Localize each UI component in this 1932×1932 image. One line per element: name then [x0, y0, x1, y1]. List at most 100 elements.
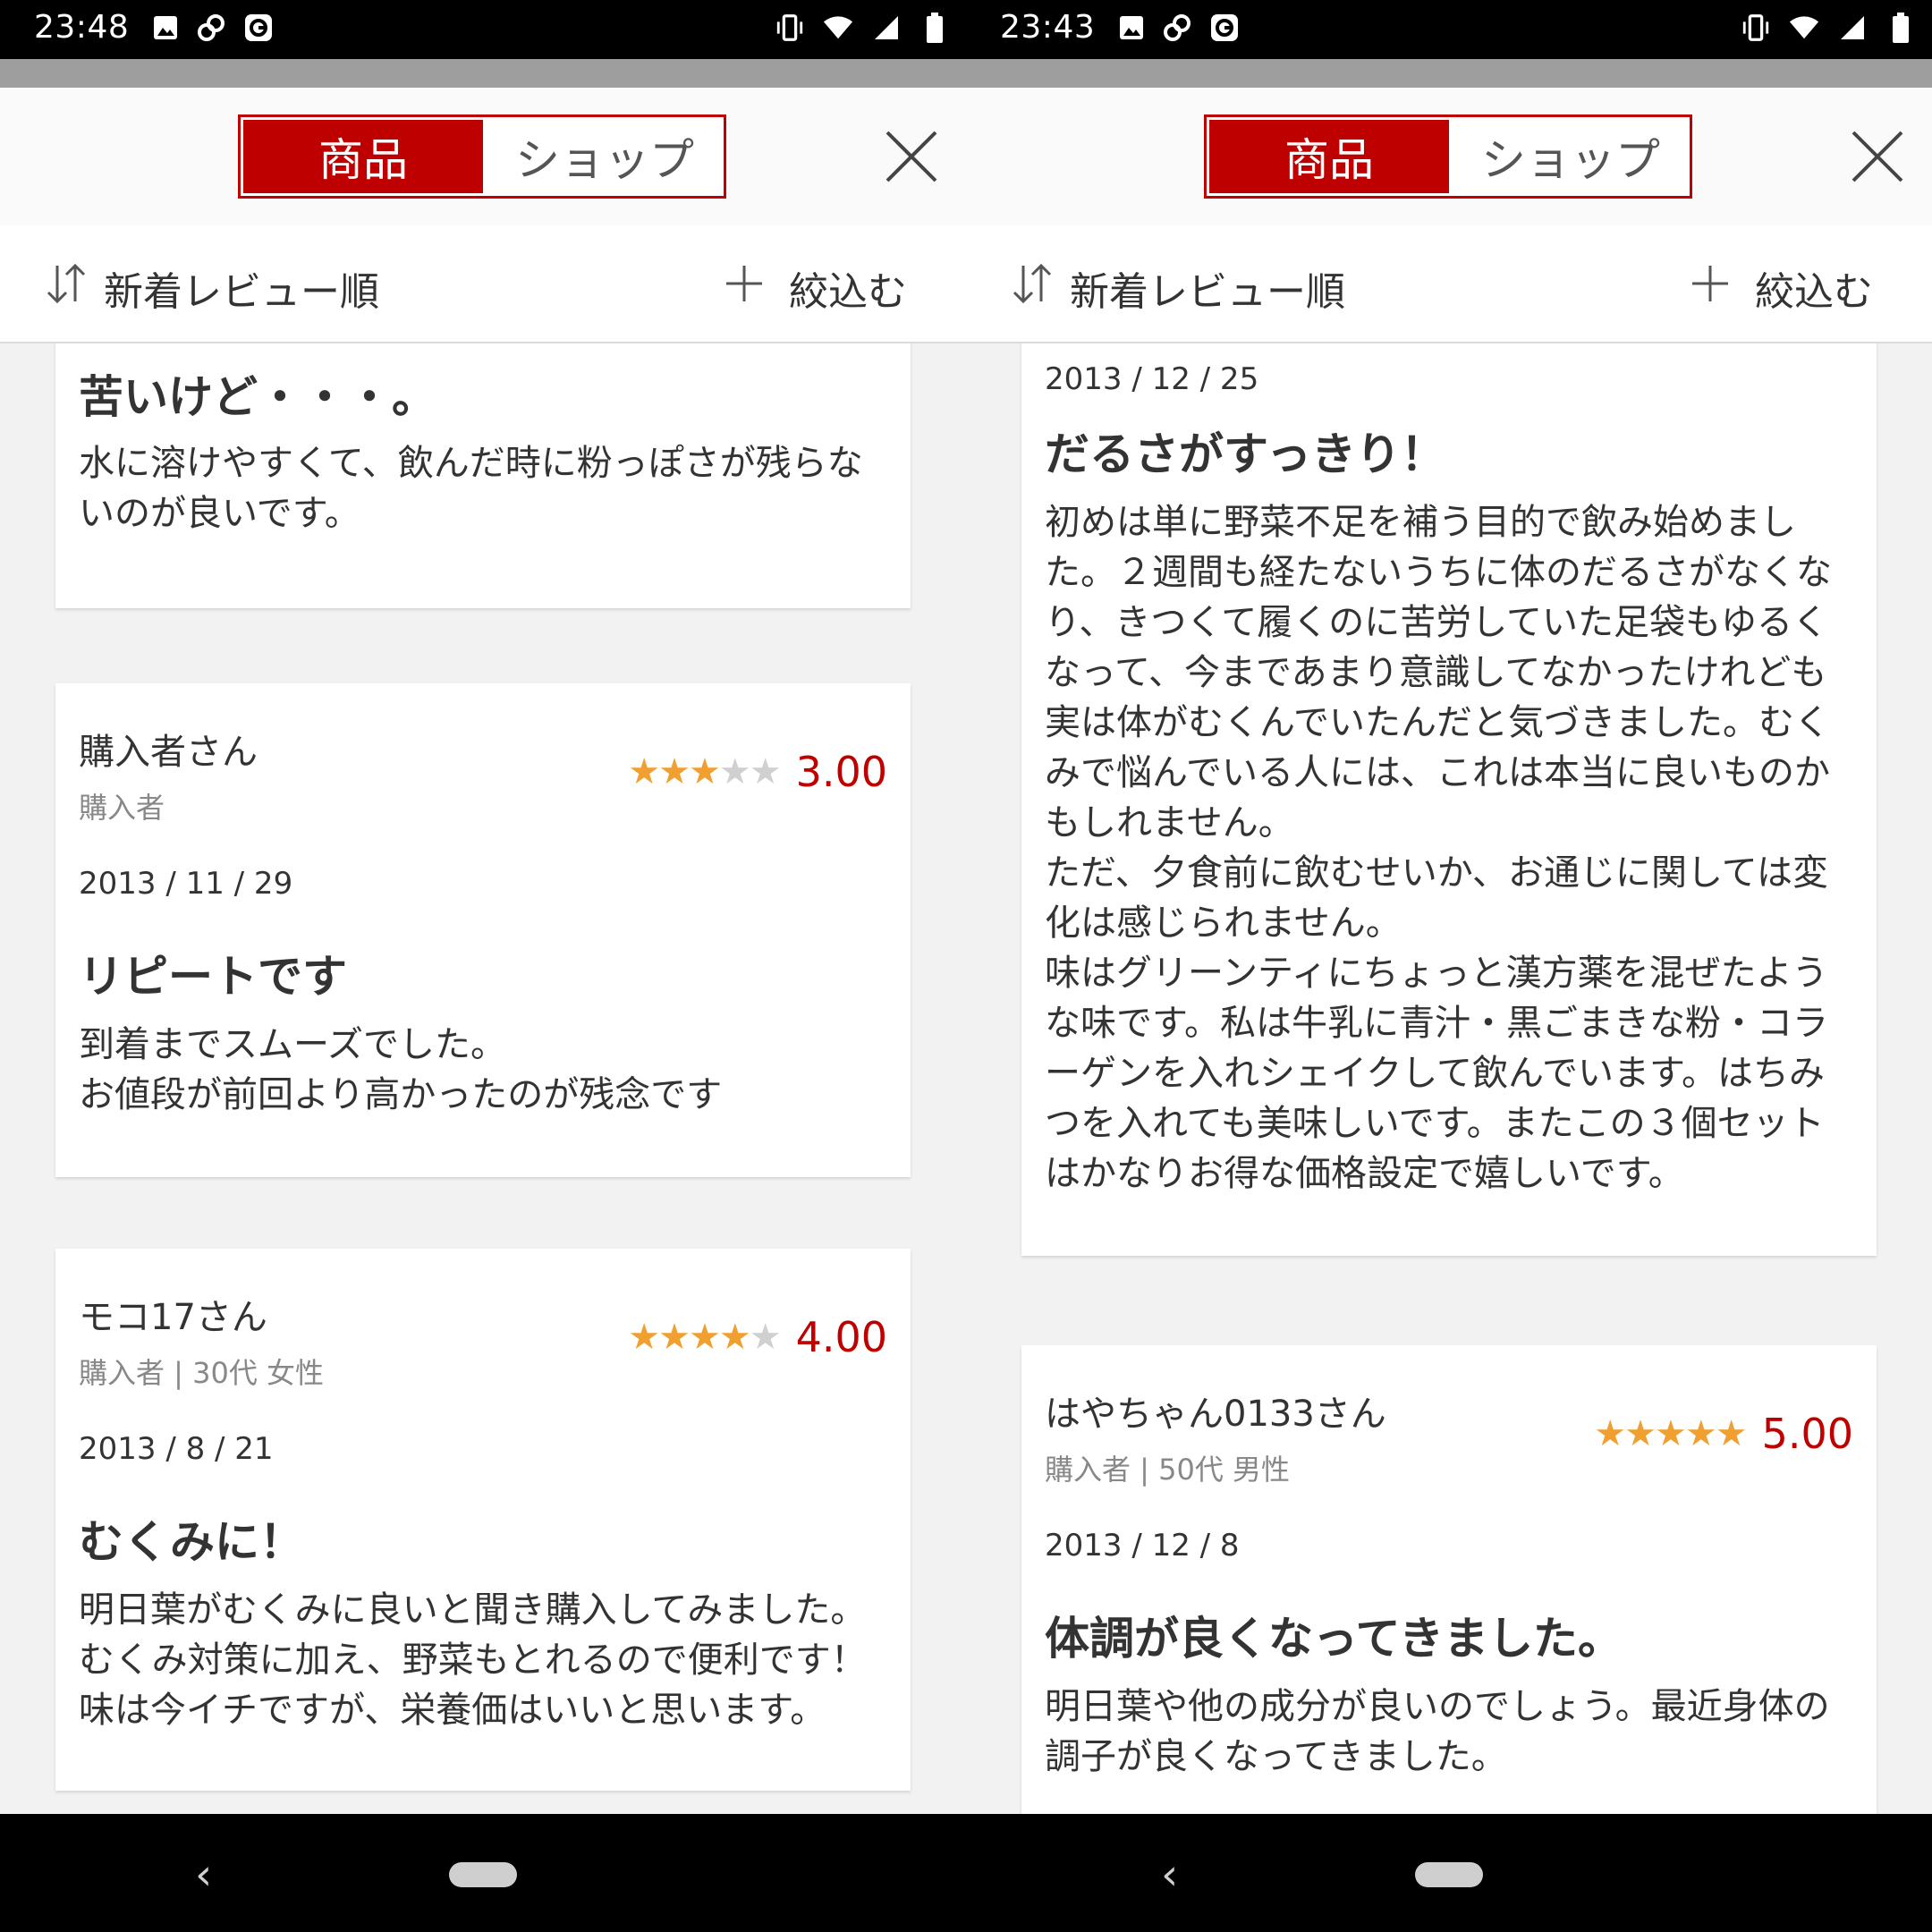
reviewer-name: モコ17さん: [79, 1297, 267, 1338]
review-card: はやちゃん0133さん 購入者 | 50代 男性 ★ ★ ★ ★ ★ 5.00 2013…: [1021, 1345, 1877, 1814]
search-header: 商品 ショップ: [966, 88, 1932, 225]
link-icon: [197, 13, 227, 43]
vibrate-icon: [775, 13, 805, 43]
star-icon: ★: [718, 751, 751, 792]
filter-label: 絞込む: [1755, 269, 1873, 315]
filter-button[interactable]: 絞込む: [1690, 259, 1873, 317]
star-rating: ★ ★ ★ ★ ★: [628, 1317, 782, 1358]
tab-shop[interactable]: ショップ: [1452, 117, 1690, 196]
segment-control: 商品 ショップ: [1204, 114, 1692, 199]
sort-button[interactable]: 新着レビュー順: [1011, 259, 1345, 317]
plus-icon: [1690, 264, 1730, 313]
status-bar: 23:43: [966, 0, 1932, 59]
filter-button[interactable]: 絞込む: [724, 259, 907, 317]
reviewer-meta: 購入者: [79, 791, 165, 825]
image-icon: [150, 13, 181, 43]
review-list[interactable]: 2013 / 12 / 25 だるさがすっきり！ 初めは単に野菜不足を補う目的で…: [966, 343, 1932, 1814]
review-title: リピートです: [79, 951, 347, 1003]
home-pill-icon[interactable]: [1415, 1862, 1483, 1887]
search-header: 商品 ショップ: [0, 88, 966, 225]
toolbar-shadow: [0, 59, 966, 88]
image-icon: [1116, 13, 1147, 43]
star-icon: ★: [628, 751, 660, 792]
review-card: 2013 / 12 / 25 だるさがすっきり！ 初めは単に野菜不足を補う目的で…: [1021, 343, 1877, 1256]
review-body: 水に溶けやすくて、飲んだ時に粉っぽさが残らないのが良いです。: [79, 443, 863, 534]
home-pill-icon[interactable]: [449, 1862, 517, 1887]
star-rating: ★ ★ ★ ★ ★: [1594, 1413, 1748, 1454]
wifi-icon: [1789, 13, 1819, 43]
star-icon: ★: [718, 1317, 751, 1358]
status-time: 23:48: [34, 9, 130, 46]
sort-label: 新着レビュー順: [1070, 269, 1345, 315]
sort-filter-bar: 新着レビュー順 絞込む: [966, 225, 1932, 343]
review-list[interactable]: 苦いけど・・・。 水に溶けやすくて、飲んだ時に粉っぽさが残らないのが良いです。 …: [0, 343, 966, 1814]
star-icon: ★: [1624, 1413, 1657, 1454]
back-icon[interactable]: ‹: [195, 1850, 212, 1900]
star-icon: ★: [658, 751, 691, 792]
screen-left: 23:48 商品 ショップ 新着レビュー順 絞込む 苦いけど・・・。 水に溶けや…: [0, 0, 966, 1932]
sort-filter-bar: 新着レビュー順 絞込む: [0, 225, 966, 343]
star-icon: ★: [749, 1317, 782, 1358]
star-icon: ★: [628, 1317, 660, 1358]
review-date: 2013 / 8 / 21: [79, 1431, 274, 1467]
star-icon: ★: [689, 1317, 721, 1358]
toolbar-shadow: [966, 59, 1932, 88]
review-date: 2013 / 11 / 29: [79, 866, 293, 902]
star-icon: ★: [1715, 1413, 1748, 1454]
rating: ★ ★ ★ ★ ★ 4.00: [628, 1313, 887, 1361]
star-icon: ★: [658, 1317, 691, 1358]
rating: ★ ★ ★ ★ ★ 5.00: [1594, 1410, 1853, 1458]
rating: ★ ★ ★ ★ ★ 3.00: [628, 748, 887, 796]
review-body: 明日葉がむくみに良いと聞き購入してみました。 むくみ対策に加え、野菜もとれるので…: [79, 1589, 867, 1731]
review-body: 到着までスムーズでした。 お値段が前回より高かったのが残念です: [79, 1024, 723, 1115]
tab-shop[interactable]: ショップ: [486, 117, 724, 196]
link-icon: [1163, 13, 1193, 43]
filter-label: 絞込む: [789, 269, 907, 315]
star-icon: ★: [1594, 1413, 1626, 1454]
sort-label: 新着レビュー順: [104, 269, 379, 315]
status-time: 23:43: [1000, 9, 1096, 46]
plus-icon: [724, 264, 764, 313]
sort-button[interactable]: 新着レビュー順: [45, 259, 379, 317]
navigation-bar: ‹: [966, 1814, 1932, 1932]
rating-score: 5.00: [1761, 1410, 1853, 1458]
star-icon: ★: [1684, 1413, 1717, 1454]
reviewer-name: 購入者さん: [79, 732, 258, 773]
signal-icon: [1837, 13, 1868, 43]
segment-control: 商品 ショップ: [238, 114, 726, 199]
tab-product[interactable]: 商品: [243, 120, 483, 193]
review-date: 2013 / 12 / 25: [1045, 361, 1259, 397]
review-title: 苦いけど・・・。: [79, 371, 436, 423]
rating-score: 3.00: [795, 748, 887, 796]
rating-score: 4.00: [795, 1313, 887, 1361]
review-title: だるさがすっきり！: [1045, 428, 1445, 480]
review-card: モコ17さん 購入者 | 30代 女性 ★ ★ ★ ★ ★ 4.00 2013 / 8 …: [55, 1249, 911, 1791]
review-body: 初めは単に野菜不足を補う目的で飲み始めました。２週間も経たないうちに体のだるさが…: [1045, 502, 1832, 1194]
wifi-icon: [823, 13, 853, 43]
navigation-bar: ‹: [0, 1814, 966, 1932]
review-card: 苦いけど・・・。 水に溶けやすくて、飲んだ時に粉っぽさが残らないのが良いです。: [55, 343, 911, 608]
app-g-icon: [1209, 13, 1240, 43]
vibrate-icon: [1741, 13, 1771, 43]
star-icon: ★: [689, 751, 721, 792]
battery-icon: [919, 13, 950, 43]
close-icon[interactable]: [884, 129, 939, 184]
back-icon[interactable]: ‹: [1161, 1850, 1178, 1900]
reviewer-meta: 購入者 | 30代 女性: [79, 1356, 325, 1390]
star-icon: ★: [1655, 1413, 1687, 1454]
tab-product[interactable]: 商品: [1209, 120, 1449, 193]
app-g-icon: [243, 13, 274, 43]
signal-icon: [871, 13, 902, 43]
review-body: 明日葉や他の成分が良いのでしょう。最近身体の調子が良くなってきました。: [1045, 1686, 1830, 1777]
reviewer-name: はやちゃん0133さん: [1045, 1394, 1386, 1435]
battery-icon: [1885, 13, 1916, 43]
star-icon: ★: [749, 751, 782, 792]
reviewer-meta: 購入者 | 50代 男性: [1045, 1453, 1291, 1487]
status-bar: 23:48: [0, 0, 966, 59]
close-icon[interactable]: [1850, 129, 1905, 184]
review-title: 体調が良くなってきました。: [1045, 1613, 1623, 1665]
sort-icon: [45, 262, 89, 315]
review-card: 購入者さん 購入者 ★ ★ ★ ★ ★ 3.00 2013 / 11 / 29 リピート…: [55, 683, 911, 1177]
sort-icon: [1011, 262, 1055, 315]
review-title: むくみに！: [79, 1516, 304, 1568]
